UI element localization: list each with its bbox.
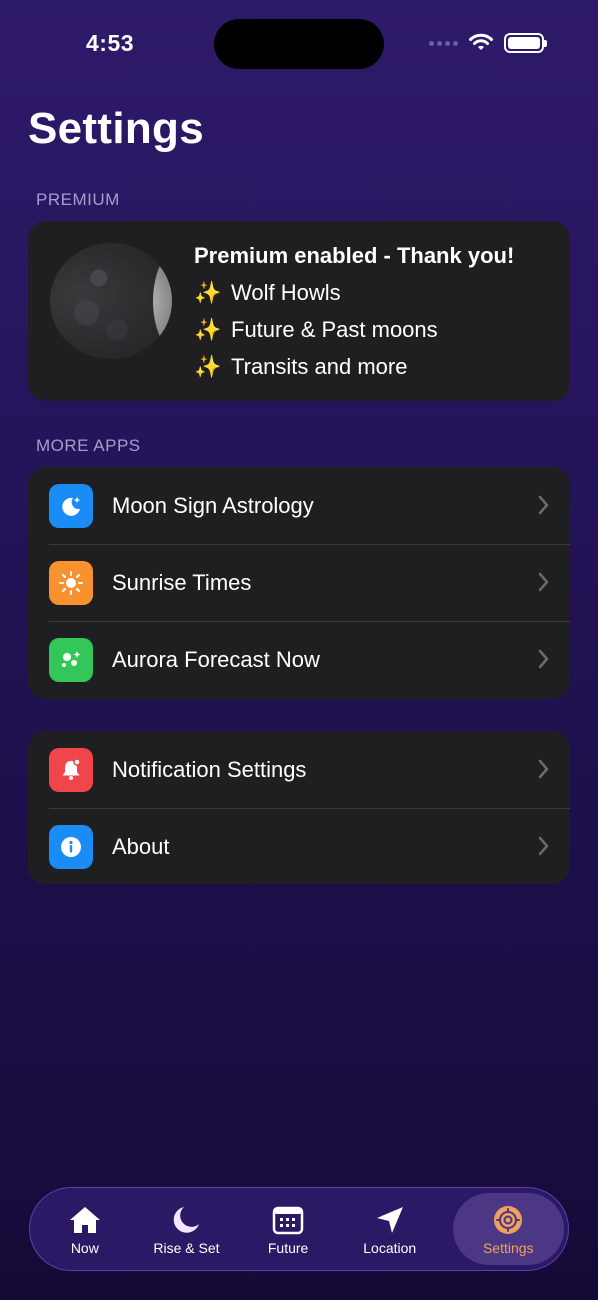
- status-time: 4:53: [86, 30, 135, 56]
- premium-feature: ✨ Transits and more: [194, 354, 514, 380]
- location-arrow-icon: [374, 1203, 406, 1237]
- premium-title: Premium enabled - Thank you!: [194, 243, 515, 268]
- settings-list: Notification Settings About: [28, 731, 570, 884]
- tab-settings[interactable]: Settings: [452, 1193, 564, 1265]
- list-item-label: Notification Settings: [112, 756, 307, 782]
- dynamic-island: [214, 19, 384, 69]
- tab-bar: Now Rise & Set Future Location Settings: [29, 1187, 569, 1271]
- chevron-right-icon: [538, 836, 549, 856]
- battery-icon: [504, 33, 547, 53]
- premium-card[interactable]: Premium enabled - Thank you! ✨ Wolf Howl…: [28, 221, 570, 401]
- sparkles-icon: ✨: [194, 354, 222, 379]
- gear-icon: [492, 1203, 524, 1237]
- list-item-moon-sign-astrology[interactable]: Moon Sign Astrology: [28, 467, 570, 544]
- more-apps-list: Moon Sign Astrology Sunrise Times Aurora…: [28, 467, 570, 699]
- info-icon: [49, 824, 93, 869]
- status-icons: [429, 33, 547, 53]
- calendar-icon: [272, 1203, 304, 1237]
- premium-feature: ✨ Future & Past moons: [194, 317, 514, 343]
- chevron-right-icon: [538, 572, 549, 592]
- moon-icon: [170, 1203, 202, 1237]
- wifi-icon: [469, 33, 493, 50]
- cellular-signal-icon: [429, 40, 458, 46]
- tab-rise-set[interactable]: Rise & Set: [136, 1193, 238, 1265]
- moon-stars-icon: [49, 483, 93, 528]
- bell-icon: [49, 747, 93, 792]
- list-item-about[interactable]: About: [28, 808, 570, 884]
- tab-label: Now: [70, 1239, 99, 1256]
- tab-label: Rise & Set: [153, 1239, 220, 1256]
- list-item-sunrise-times[interactable]: Sunrise Times: [28, 544, 570, 621]
- chevron-right-icon: [538, 495, 549, 515]
- premium-feature: ✨ Wolf Howls: [194, 280, 514, 306]
- premium-feature-label: Future & Past moons: [231, 317, 438, 342]
- list-item-label: Aurora Forecast Now: [112, 646, 320, 672]
- tab-now[interactable]: Now: [34, 1193, 136, 1265]
- tab-label: Settings: [482, 1239, 534, 1256]
- tab-location[interactable]: Location: [339, 1193, 441, 1265]
- premium-feature-label: Transits and more: [231, 354, 408, 379]
- tab-future[interactable]: Future: [237, 1193, 339, 1265]
- chevron-right-icon: [538, 759, 549, 779]
- sparkle-circles-icon: [49, 637, 93, 682]
- sparkles-icon: ✨: [194, 280, 222, 305]
- sun-icon: [49, 560, 93, 605]
- list-item-notification-settings[interactable]: Notification Settings: [28, 731, 570, 808]
- section-header-premium: PREMIUM: [36, 190, 120, 209]
- section-header-more-apps: MORE APPS: [36, 436, 141, 455]
- list-item-aurora-forecast-now[interactable]: Aurora Forecast Now: [28, 621, 570, 698]
- list-item-label: Sunrise Times: [112, 569, 252, 595]
- list-item-label: About: [112, 833, 170, 859]
- house-icon: [67, 1203, 103, 1237]
- page-title: Settings: [28, 104, 204, 153]
- tab-label: Location: [363, 1239, 417, 1256]
- moon-image: [50, 243, 172, 359]
- list-item-label: Moon Sign Astrology: [112, 492, 314, 518]
- tab-label: Future: [267, 1239, 309, 1256]
- premium-feature-label: Wolf Howls: [231, 280, 341, 305]
- sparkles-icon: ✨: [194, 317, 222, 342]
- chevron-right-icon: [538, 649, 549, 669]
